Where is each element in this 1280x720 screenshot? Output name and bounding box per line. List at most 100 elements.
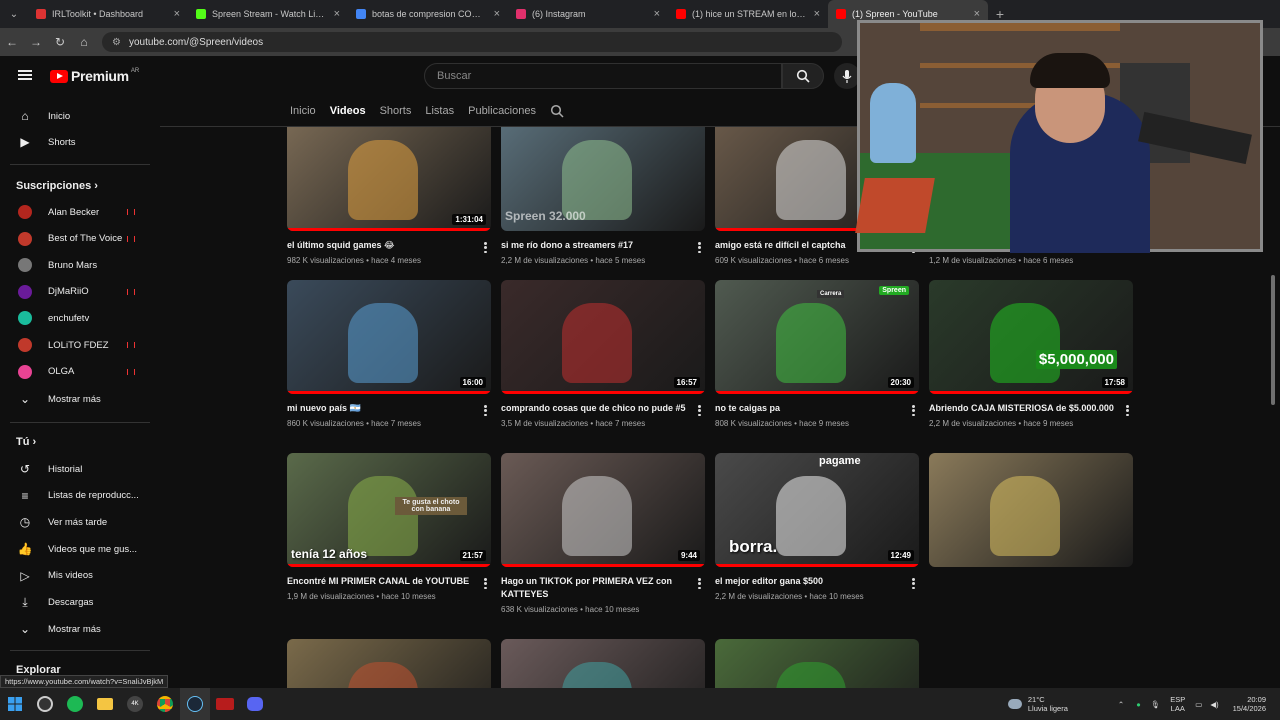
browser-tab[interactable]: IRLToolkit • Dashboard × [28, 0, 188, 28]
video-thumbnail[interactable]: 16:57 [501, 280, 705, 394]
close-icon[interactable]: × [654, 8, 660, 20]
forward-icon[interactable]: → [24, 35, 48, 49]
clock[interactable]: 20:09 15/4/2026 [1233, 695, 1266, 713]
sidebar-item-inicio[interactable]: ⌂ Inicio [0, 103, 155, 129]
video-card[interactable] [287, 639, 491, 688]
video-title[interactable]: Hago un TIKTOK por PRIMERA VEZ con KATTE… [501, 575, 686, 601]
subscription-item[interactable]: Bruno Mars [0, 252, 155, 278]
file-explorer-icon[interactable] [90, 688, 120, 720]
video-card[interactable]: 12:49 pagame borra. el mejor editor gana $5… [715, 453, 919, 601]
tab-videos[interactable]: Videos [330, 105, 366, 117]
discord-icon[interactable] [240, 688, 270, 720]
language-indicator[interactable]: ESP LAA [1170, 695, 1185, 713]
tab-search-icon[interactable]: ⌄ [0, 0, 28, 28]
show-more-you[interactable]: ⌄ Mostrar más [0, 616, 155, 642]
more-options-icon[interactable] [484, 578, 487, 589]
sidebar-item-shorts[interactable]: ▶ Shorts [0, 129, 155, 155]
video-card[interactable]: 17:58 $5,000,000 Abriendo CAJA MISTERIOSA … [929, 280, 1133, 428]
tab-shorts[interactable]: Shorts [380, 105, 412, 117]
video-thumbnail[interactable] [287, 639, 491, 688]
more-options-icon[interactable] [912, 578, 915, 589]
security-icon[interactable]: ● [1136, 700, 1141, 709]
more-options-icon[interactable] [1126, 405, 1129, 416]
close-icon[interactable]: × [814, 8, 820, 20]
subscription-item[interactable]: DjMaRiiO [0, 279, 155, 305]
scrollbar-thumb[interactable] [1271, 275, 1275, 405]
video-title[interactable]: Abriendo CAJA MISTERIOSA de $5.000.000 [929, 402, 1114, 415]
more-options-icon[interactable] [698, 242, 701, 253]
video-thumbnail[interactable] [929, 453, 1133, 567]
home-nav-icon[interactable]: ⌂ [72, 35, 96, 49]
video-title[interactable]: mi nuevo país 🇦🇷 [287, 402, 472, 415]
network-icon[interactable]: ▭ [1195, 700, 1202, 709]
browser-tab[interactable]: (1) hice un STREAM en los 90s × [668, 0, 828, 28]
video-thumbnail[interactable] [501, 639, 705, 688]
tab-listas[interactable]: Listas [425, 105, 454, 117]
video-title[interactable]: el último squid games 😂 [287, 239, 472, 252]
video-thumbnail[interactable]: 21:57 tenía 12 años Te gusta el choto con … [287, 453, 491, 567]
sidebar-item-watch-later[interactable]: ◷ Ver más tarde [0, 509, 155, 535]
sidebar-item-my-videos[interactable]: ▷ Mis videos [0, 563, 155, 589]
obs-icon[interactable] [30, 688, 60, 720]
you-heading[interactable]: Tú › [16, 436, 36, 448]
more-options-icon[interactable] [698, 578, 701, 589]
show-more-subs[interactable]: ⌄ Mostrar más [0, 386, 155, 412]
video-thumbnail[interactable]: 9:44 [501, 453, 705, 567]
site-info-icon[interactable]: ⚙ [112, 37, 121, 48]
more-options-icon[interactable] [912, 405, 915, 416]
video-thumbnail[interactable]: 16:00 [287, 280, 491, 394]
search-button[interactable] [782, 63, 824, 89]
video-card[interactable]: 21:57 tenía 12 años Te gusta el choto con … [287, 453, 491, 601]
reload-icon[interactable]: ↻ [48, 35, 72, 49]
subscription-item[interactable]: LOLiTO FDEZ [0, 332, 155, 358]
menu-icon[interactable] [18, 70, 32, 80]
close-icon[interactable]: × [974, 8, 980, 20]
sidebar-item-playlists[interactable]: ≡ Listas de reproducc... [0, 483, 155, 509]
video-card[interactable]: 20:30 Spreen Carrera no te caigas pa 808 K v… [715, 280, 919, 428]
search-input[interactable]: Buscar [424, 63, 782, 89]
video-thumbnail[interactable]: 17:58 $5,000,000 [929, 280, 1133, 394]
video-card[interactable]: 16:00 mi nuevo país 🇦🇷 860 K visualizacion… [287, 280, 491, 428]
video-thumbnail[interactable]: 12:49 pagame borra. [715, 453, 919, 567]
video-title[interactable]: comprando cosas que de chico no pude #5 [501, 402, 686, 415]
channel-search-icon[interactable] [550, 104, 564, 118]
video-card[interactable]: 9:44 Hago un TIKTOK por PRIMERA VEZ con K… [501, 453, 705, 614]
subscription-item[interactable]: Alan Becker [0, 199, 155, 225]
video-thumbnail[interactable] [715, 639, 919, 688]
close-icon[interactable]: × [494, 8, 500, 20]
video-thumbnail[interactable]: 20:30 Spreen Carrera [715, 280, 919, 394]
youtube-logo[interactable]: Premium AR [50, 68, 139, 84]
windows-start-icon[interactable] [0, 688, 30, 720]
close-icon[interactable]: × [334, 8, 340, 20]
video-thumbnail[interactable]: Spreen 32.000 [501, 127, 705, 231]
tab-inicio[interactable]: Inicio [290, 105, 316, 117]
more-options-icon[interactable] [484, 242, 487, 253]
mic-tray-icon[interactable]: 🎙 [1151, 700, 1161, 709]
video-card[interactable] [929, 453, 1133, 567]
subscription-item[interactable]: enchufetv [0, 305, 155, 331]
close-icon[interactable]: × [174, 8, 180, 20]
back-icon[interactable]: ← [0, 35, 24, 49]
browser-tab[interactable]: (6) Instagram × [508, 0, 668, 28]
video-title[interactable]: si me río dono a streamers #17 [501, 239, 686, 252]
tab-publicaciones[interactable]: Publicaciones [468, 105, 536, 117]
url-field[interactable]: ⚙ youtube.com/@Spreen/videos [102, 32, 842, 52]
tray-expand-icon[interactable]: ⌃ [1118, 700, 1124, 709]
subscription-item[interactable]: OLGA [0, 359, 155, 385]
more-options-icon[interactable] [484, 405, 487, 416]
video-card[interactable] [715, 639, 919, 688]
browser-tab[interactable]: botas de compresion COMO FUN × [348, 0, 508, 28]
steam-icon[interactable] [180, 688, 210, 720]
video-title[interactable]: el mejor editor gana $500 [715, 575, 900, 588]
video-card[interactable]: Spreen 32.000 si me río dono a streamers … [501, 127, 705, 265]
video-card[interactable]: 16:57 comprando cosas que de chico no pud… [501, 280, 705, 428]
video-title[interactable]: no te caigas pa [715, 402, 900, 415]
4k-app-icon[interactable]: 4K [120, 688, 150, 720]
chrome-icon[interactable] [150, 688, 180, 720]
browser-tab[interactable]: Spreen Stream - Watch Live on × [188, 0, 348, 28]
sidebar-item-like[interactable]: 👍 Videos que me gus... [0, 536, 155, 562]
more-options-icon[interactable] [698, 405, 701, 416]
spotify-icon[interactable] [60, 688, 90, 720]
subscriptions-heading[interactable]: Suscripciones › [16, 180, 98, 192]
volume-icon[interactable]: ◀) [1210, 700, 1218, 709]
